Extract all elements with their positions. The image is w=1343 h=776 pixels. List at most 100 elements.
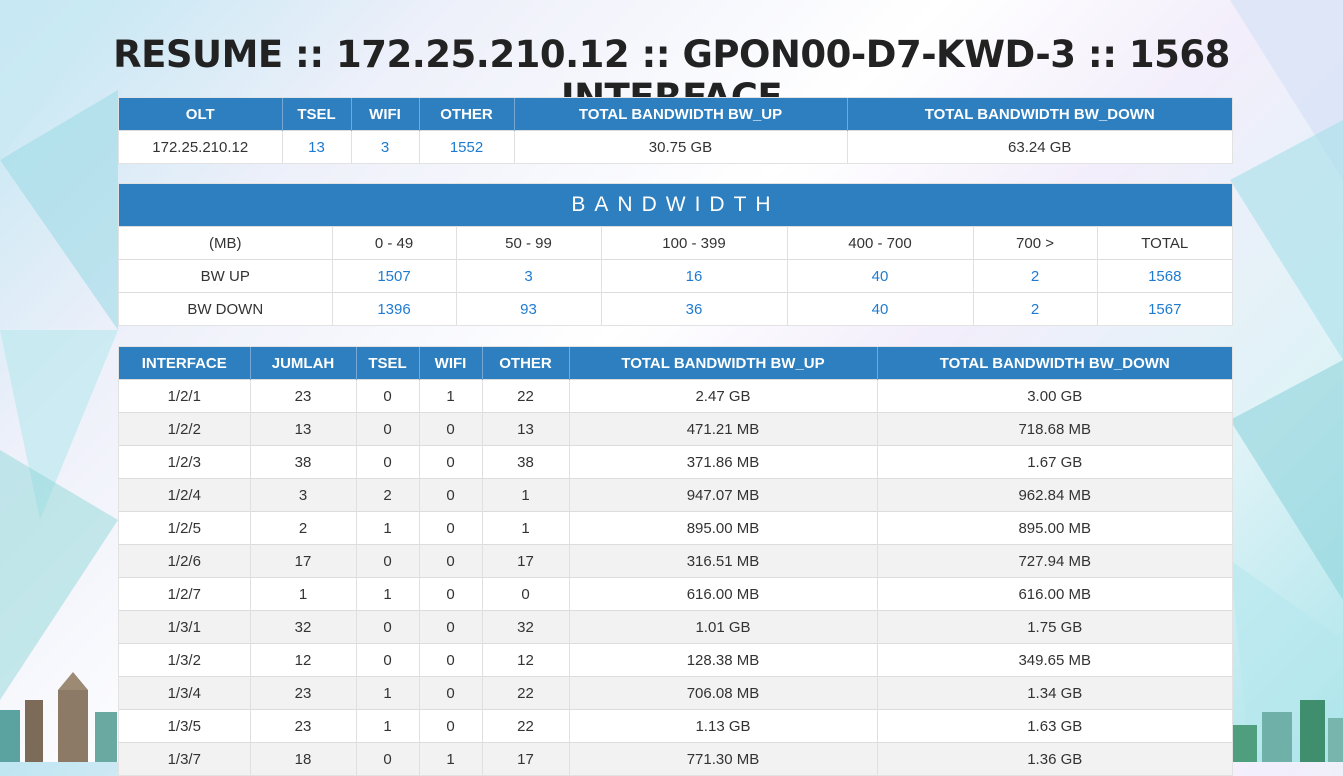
- table-cell: 0: [356, 544, 420, 578]
- table-cell: 23: [250, 709, 357, 743]
- total-link[interactable]: 1568: [1148, 268, 1181, 285]
- table-cell: 22: [482, 379, 570, 413]
- table-cell: 13: [250, 412, 357, 446]
- table-cell: 0: [419, 544, 483, 578]
- column-header: TOTAL BANDWIDTH BW_DOWN: [847, 98, 1232, 131]
- table-cell: 0: [356, 445, 420, 479]
- table-cell: 1/3/5: [119, 709, 251, 743]
- table-cell: 471.21 MB: [569, 412, 878, 446]
- table-row: 1/2/7 1 1 0 0 616.00 MB 616.00 MB: [119, 577, 1232, 611]
- table-cell: 0: [419, 478, 483, 512]
- table-cell: 947.07 MB: [569, 478, 878, 512]
- table-cell: 2: [250, 511, 357, 545]
- table-cell: 1: [419, 742, 483, 775]
- count-link[interactable]: 1507: [377, 268, 410, 285]
- table-cell: 0: [356, 412, 420, 446]
- table-cell: 895.00 MB: [569, 511, 878, 545]
- column-header: WIFI: [419, 347, 483, 380]
- table-cell: 0: [356, 610, 420, 644]
- table-cell: 12: [250, 643, 357, 677]
- table-cell: 0: [419, 676, 483, 710]
- table-cell: 349.65 MB: [877, 643, 1232, 677]
- table-cell: 1.63 GB: [877, 709, 1232, 743]
- table-cell: 1: [250, 577, 357, 611]
- table-row: 1/2/3 38 0 0 38 371.86 MB 1.67 GB: [119, 445, 1232, 479]
- count-link[interactable]: 40: [872, 301, 889, 318]
- table-cell: 1/3/4: [119, 676, 251, 710]
- count-link[interactable]: 2: [1031, 268, 1039, 285]
- olt-cell: 172.25.210.12: [119, 130, 283, 163]
- table-cell: 1: [419, 379, 483, 413]
- table-cell: 3: [250, 478, 357, 512]
- table-cell: 32: [482, 610, 570, 644]
- bw-down-cell: 63.24 GB: [847, 130, 1232, 163]
- row-label: BW DOWN: [119, 292, 333, 325]
- table-cell: 616.00 MB: [877, 577, 1232, 611]
- range-header: 100 - 399: [601, 226, 788, 260]
- bandwidth-panel: BANDWIDTH (MB) 0 - 49 50 - 99 100 - 399 …: [118, 183, 1233, 326]
- summary-row: 172.25.210.12 13 3 1552 30.75 GB 63.24 G…: [119, 130, 1232, 163]
- table-cell: 3.00 GB: [877, 379, 1232, 413]
- table-cell: 1.34 GB: [877, 676, 1232, 710]
- interface-header-row: INTERFACE JUMLAH TSEL WIFI OTHER TOTAL B…: [119, 347, 1232, 380]
- table-cell: 371.86 MB: [569, 445, 878, 479]
- range-header: 400 - 700: [787, 226, 974, 260]
- table-cell: 1/2/4: [119, 478, 251, 512]
- table-cell: 1/3/1: [119, 610, 251, 644]
- table-cell: 1.75 GB: [877, 610, 1232, 644]
- table-row: 1/3/7 18 0 1 17 771.30 MB 1.36 GB: [119, 742, 1232, 775]
- interface-table-body: 1/2/1 23 0 1 22 2.47 GB 3.00 GB 1/2/2 13 0 0 13 471.…: [119, 379, 1232, 775]
- range-header: 0 - 49: [332, 226, 457, 260]
- count-link[interactable]: 36: [686, 301, 703, 318]
- column-header: TSEL: [356, 347, 420, 380]
- table-row: 1/2/2 13 0 0 13 471.21 MB 718.68 MB: [119, 412, 1232, 446]
- column-header: OTHER: [482, 347, 570, 380]
- column-header: INTERFACE: [119, 347, 251, 380]
- count-link[interactable]: 40: [872, 268, 889, 285]
- column-header: TSEL: [282, 98, 352, 131]
- summary-table: OLT TSEL WIFI OTHER TOTAL BANDWIDTH BW_U…: [119, 98, 1232, 163]
- table-cell: 17: [250, 544, 357, 578]
- table-cell: 1: [482, 478, 570, 512]
- row-label: BW UP: [119, 259, 333, 293]
- table-cell: 0: [419, 412, 483, 446]
- table-cell: 962.84 MB: [877, 478, 1232, 512]
- tsel-link[interactable]: 13: [308, 139, 325, 156]
- table-cell: 2: [356, 478, 420, 512]
- count-link[interactable]: 93: [520, 301, 537, 318]
- count-link[interactable]: 2: [1031, 301, 1039, 318]
- wifi-link[interactable]: 3: [381, 139, 389, 156]
- bandwidth-row-down: BW DOWN 1396 93 36 40 2 1567: [119, 292, 1232, 325]
- count-link[interactable]: 1396: [377, 301, 410, 318]
- table-cell: 718.68 MB: [877, 412, 1232, 446]
- other-link[interactable]: 1552: [450, 139, 483, 156]
- summary-panel: OLT TSEL WIFI OTHER TOTAL BANDWIDTH BW_U…: [118, 97, 1233, 164]
- table-cell: 1/2/5: [119, 511, 251, 545]
- range-header: 700 >: [973, 226, 1098, 260]
- table-cell: 1: [482, 511, 570, 545]
- table-cell: 12: [482, 643, 570, 677]
- bandwidth-title: BANDWIDTH: [119, 184, 1232, 226]
- table-cell: 18: [250, 742, 357, 775]
- table-cell: 0: [356, 742, 420, 775]
- table-row: 1/2/1 23 0 1 22 2.47 GB 3.00 GB: [119, 379, 1232, 413]
- table-cell: 771.30 MB: [569, 742, 878, 775]
- table-cell: 1: [356, 709, 420, 743]
- bw-up-cell: 30.75 GB: [514, 130, 848, 163]
- table-cell: 32: [250, 610, 357, 644]
- interface-table: INTERFACE JUMLAH TSEL WIFI OTHER TOTAL B…: [119, 347, 1232, 775]
- table-row: 1/3/4 23 1 0 22 706.08 MB 1.34 GB: [119, 676, 1232, 710]
- range-header: TOTAL: [1097, 226, 1232, 260]
- column-header: OTHER: [419, 98, 515, 131]
- count-link[interactable]: 3: [524, 268, 532, 285]
- table-cell: 1/3/2: [119, 643, 251, 677]
- skyline-right-decoration: [1232, 700, 1343, 762]
- column-header: TOTAL BANDWIDTH BW_DOWN: [877, 347, 1232, 380]
- count-link[interactable]: 16: [686, 268, 703, 285]
- column-header: JUMLAH: [250, 347, 357, 380]
- table-row: 1/2/5 2 1 0 1 895.00 MB 895.00 MB: [119, 511, 1232, 545]
- table-cell: 0: [419, 445, 483, 479]
- table-cell: 17: [482, 742, 570, 775]
- total-link[interactable]: 1567: [1148, 301, 1181, 318]
- column-header: OLT: [119, 98, 283, 131]
